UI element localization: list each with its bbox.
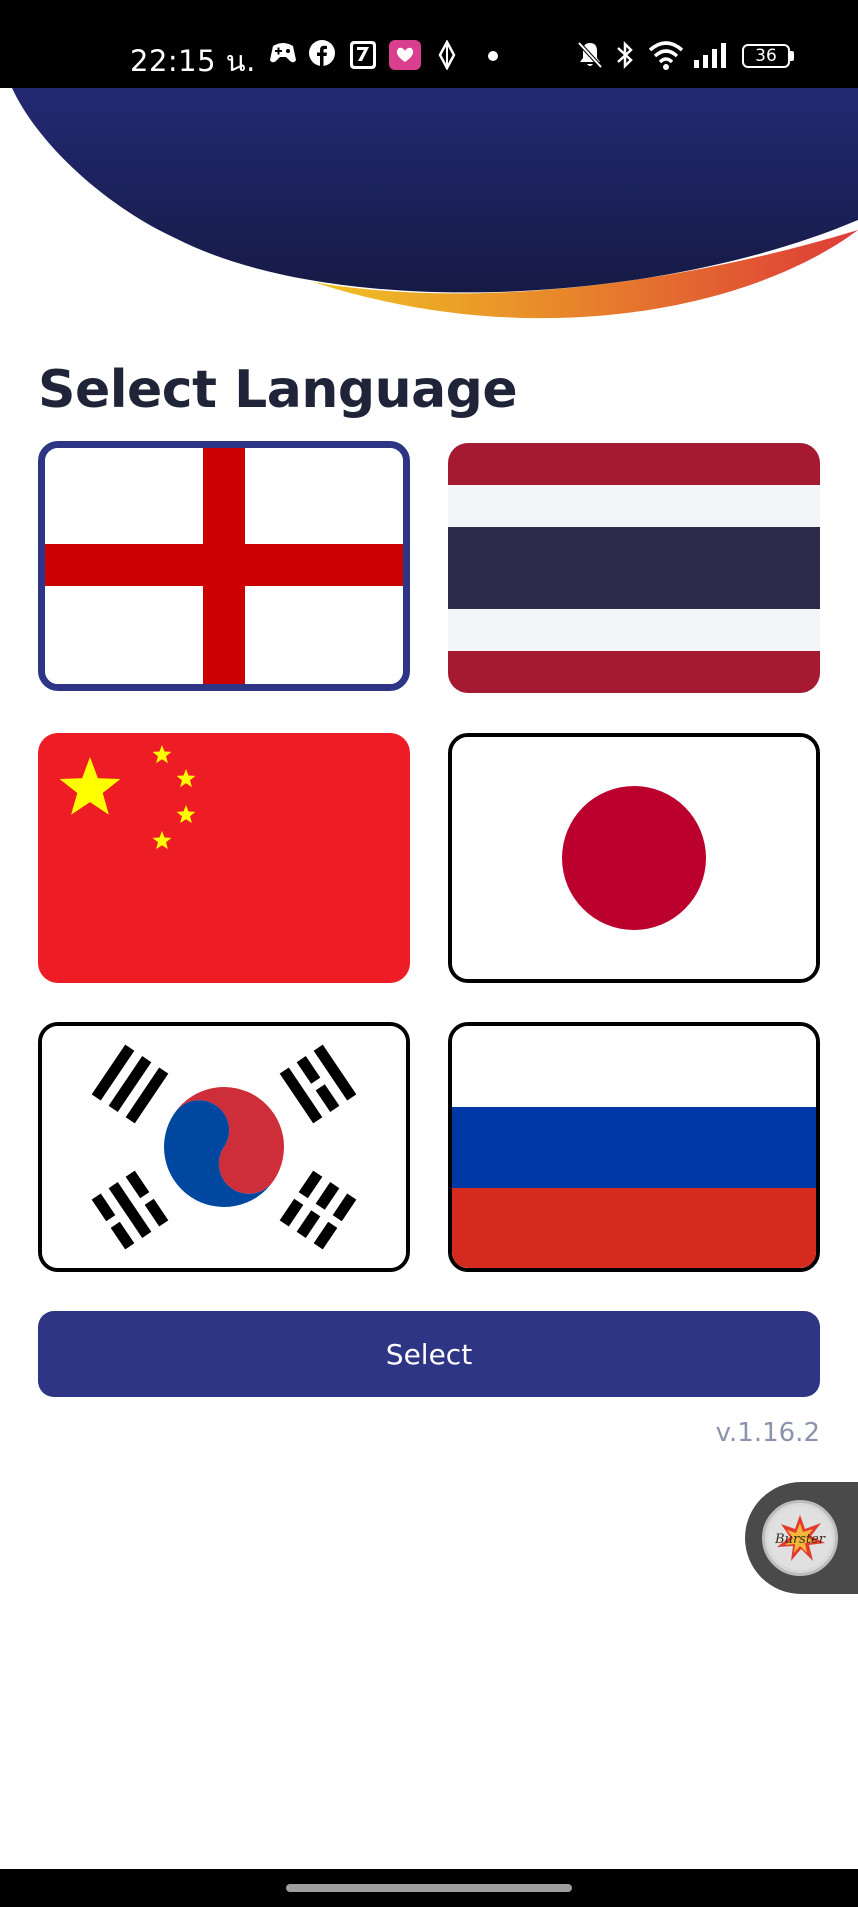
status-time: 22:15 น. — [130, 44, 256, 78]
header-wave-graphic — [0, 88, 858, 319]
language-option-south-korea[interactable] — [38, 1022, 410, 1272]
notification-dot-icon — [488, 51, 498, 61]
language-option-russia[interactable] — [448, 1022, 820, 1272]
japan-flag — [452, 737, 816, 979]
wifi-icon — [648, 41, 684, 70]
bluetooth-icon — [617, 40, 633, 70]
battery-level: 36 — [755, 46, 777, 66]
status-bar: 22:15 น. 36 — [0, 0, 858, 88]
bell-muted-icon — [577, 41, 603, 69]
facebook-icon — [309, 40, 335, 66]
battery-tip — [790, 51, 794, 61]
page-title: Select Language — [38, 360, 518, 420]
language-option-japan[interactable] — [448, 733, 820, 983]
russia-flag — [452, 1026, 816, 1268]
svg-text:Burster: Burster — [774, 1532, 826, 1547]
burster-app-icon[interactable]: Burster — [762, 1500, 838, 1576]
china-flag — [38, 733, 410, 983]
england-flag — [45, 448, 403, 684]
south-korea-flag — [42, 1026, 406, 1268]
signal-icon — [694, 43, 726, 68]
navigation-bar — [0, 1869, 858, 1907]
version-label: v.1.16.2 — [715, 1418, 820, 1448]
thailand-flag — [448, 443, 820, 693]
select-button[interactable]: Select — [38, 1311, 820, 1397]
home-indicator[interactable] — [286, 1884, 572, 1892]
language-option-thailand[interactable] — [448, 443, 820, 693]
language-option-china[interactable] — [38, 733, 410, 983]
battery-icon: 36 — [742, 44, 790, 68]
burster-logo-icon: Burster — [768, 1506, 832, 1570]
game-controller-icon — [270, 43, 296, 63]
diamond-icon — [438, 40, 456, 70]
lineman-app-icon — [389, 40, 421, 70]
language-option-england[interactable] — [38, 441, 410, 691]
seven-eleven-icon — [350, 41, 376, 69]
